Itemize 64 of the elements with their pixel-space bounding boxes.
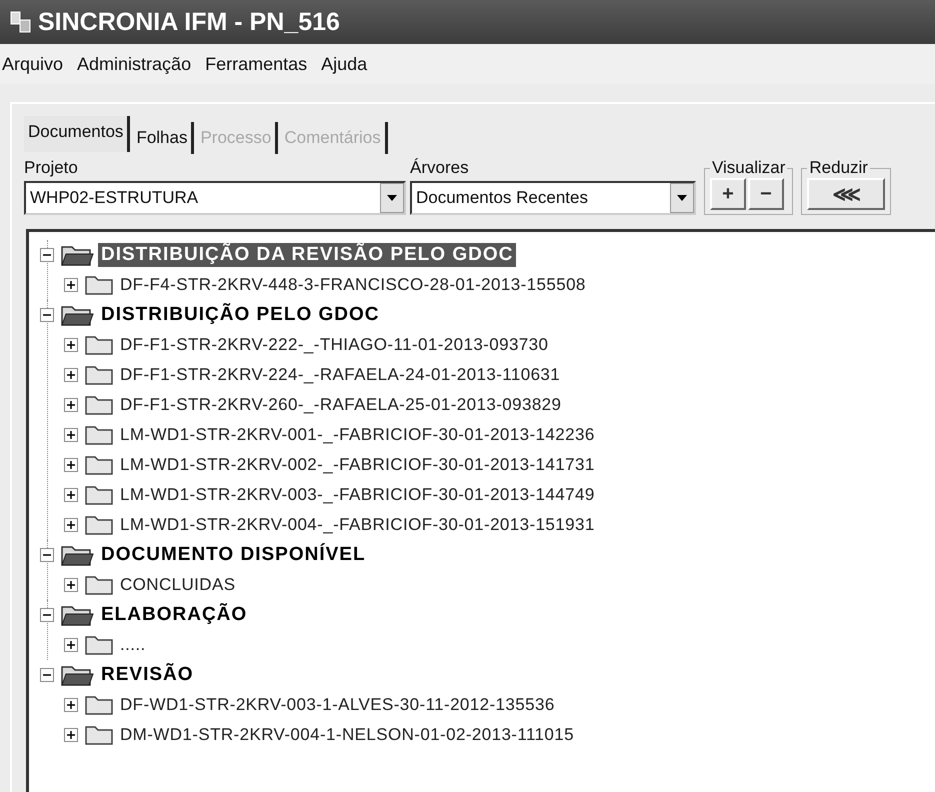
tree-node[interactable]: DISTRIBUIÇÃO DA REVISÃO PELO GDOC	[98, 243, 516, 267]
collapse-icon[interactable]	[40, 548, 54, 562]
expand-icon[interactable]	[64, 338, 78, 352]
menu-item[interactable]: Administração	[77, 54, 192, 74]
folder-icon	[84, 724, 114, 746]
folder-icon	[84, 484, 114, 506]
folder-icon	[84, 634, 114, 656]
group-label: Reduzir	[808, 158, 869, 178]
expand-icon[interactable]	[64, 368, 78, 382]
expand-icon[interactable]	[64, 458, 78, 472]
folder-icon	[84, 454, 114, 476]
tree-node[interactable]: DF-F1-STR-2KRV-222-_-THIAGO-11-01-2013-093730	[120, 335, 548, 355]
tree-node[interactable]: DISTRIBUIÇÃO PELO GDOC	[98, 303, 383, 327]
tree-node[interactable]: REVISÃO	[98, 663, 197, 687]
expand-icon[interactable]	[64, 578, 78, 592]
tree-node[interactable]: .....	[120, 635, 146, 655]
tree-node[interactable]: DF-WD1-STR-2KRV-003-1-ALVES-30-11-2012-135536	[120, 695, 555, 715]
tab[interactable]: Documentos	[24, 116, 130, 152]
tree-node[interactable]: DF-F1-STR-2KRV-260-_-RAFAELA-25-01-2013-093829	[120, 395, 562, 415]
folder-icon	[84, 364, 114, 386]
tree-node[interactable]: LM-WD1-STR-2KRV-001-_-FABRICIOF-30-01-2013-142236	[120, 425, 595, 445]
expand-icon[interactable]	[64, 698, 78, 712]
tree-node[interactable]: CONCLUIDAS	[120, 575, 236, 595]
tree-node[interactable]: LM-WD1-STR-2KRV-002-_-FABRICIOF-30-01-2013-141731	[120, 455, 595, 475]
folder-icon	[84, 274, 114, 296]
menu-item[interactable]: Ferramentas	[205, 54, 308, 74]
tree-node[interactable]: DF-F4-STR-2KRV-448-3-FRANCISCO-28-01-2013-155508	[120, 275, 586, 295]
expand-icon[interactable]	[64, 278, 78, 292]
field-label: Árvores	[410, 158, 470, 178]
zoom-button[interactable]: −	[748, 178, 784, 210]
window-title: SINCRONIA IFM - PN_516	[38, 8, 340, 36]
collapse-icon[interactable]	[40, 608, 54, 622]
expand-icon[interactable]	[64, 488, 78, 502]
expand-icon[interactable]	[64, 728, 78, 742]
collapse-icon[interactable]	[40, 668, 54, 682]
expand-icon[interactable]	[64, 518, 78, 532]
tree-node[interactable]: DOCUMENTO DISPONÍVEL	[98, 543, 369, 567]
menu-item[interactable]: Arquivo	[2, 54, 64, 74]
tree-node[interactable]: LM-WD1-STR-2KRV-003-_-FABRICIOF-30-01-2013-144749	[120, 485, 595, 505]
folder-icon	[84, 334, 114, 356]
zoom-button[interactable]: +	[710, 178, 746, 210]
folder-icon	[84, 574, 114, 596]
collapse-icon[interactable]	[40, 308, 54, 322]
app-icon	[10, 11, 32, 33]
field-label: Projeto	[24, 158, 79, 178]
tree-node[interactable]: ELABORAÇÃO	[98, 603, 250, 627]
folder-icon	[84, 394, 114, 416]
menu-item[interactable]: Ajuda	[321, 54, 368, 74]
tree-node[interactable]: DF-F1-STR-2KRV-224-_-RAFAELA-24-01-2013-110631	[120, 365, 560, 385]
collapse-icon[interactable]	[40, 248, 54, 262]
tree-dropdown[interactable]: Documentos Recentes	[410, 181, 696, 215]
folder-icon	[84, 694, 114, 716]
expand-icon[interactable]	[64, 428, 78, 442]
group-label: Visualizar	[711, 158, 786, 178]
folder-icon	[84, 514, 114, 536]
reduce-button[interactable]: ⋘	[807, 178, 886, 210]
project-dropdown[interactable]: WHP02-ESTRUTURA	[24, 181, 406, 215]
tree-node[interactable]: LM-WD1-STR-2KRV-004-_-FABRICIOF-30-01-2013-151931	[120, 515, 595, 535]
folder-icon	[84, 424, 114, 446]
expand-icon[interactable]	[64, 398, 78, 412]
dropdown-arrow-icon	[677, 195, 687, 201]
dropdown-arrow-icon	[387, 195, 397, 201]
expand-icon[interactable]	[64, 638, 78, 652]
tree-node[interactable]: DM-WD1-STR-2KRV-004-1-NELSON-01-02-2013-111015	[120, 725, 574, 745]
